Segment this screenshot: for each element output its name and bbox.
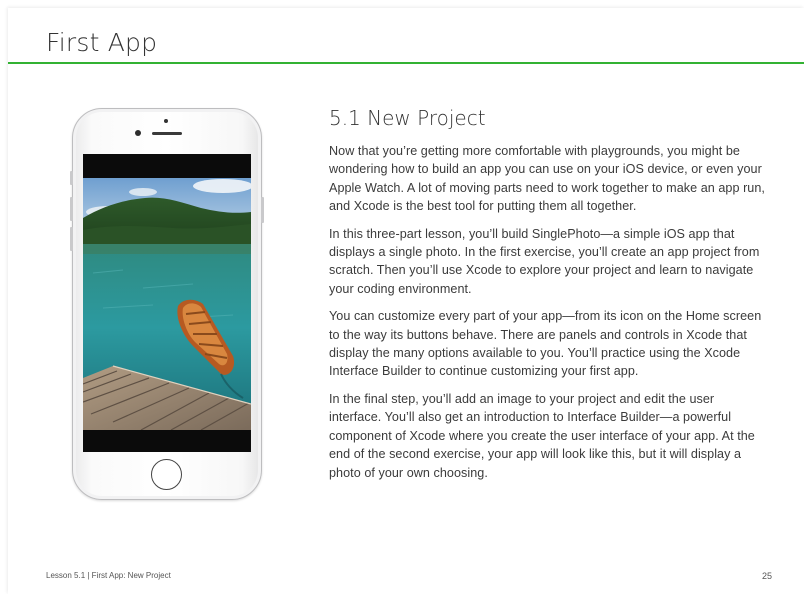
power-button <box>261 197 264 223</box>
paragraph-intro: Now that you’re getting more comfortable… <box>329 144 765 214</box>
paragraph-lesson-overview: In this three-part lesson, you’ll build … <box>329 226 760 296</box>
paragraph-customize: You can customize every part of your app… <box>329 309 762 379</box>
page-header: First App <box>8 10 804 64</box>
home-button <box>151 459 182 490</box>
lake-boat-photo <box>83 178 251 430</box>
paragraph-final-step: In the final step, you’ll add an image t… <box>329 391 755 480</box>
phone-screen <box>83 154 251 452</box>
proximity-sensor <box>164 119 168 123</box>
page-number: 25 <box>762 571 773 581</box>
earpiece-speaker <box>152 132 182 135</box>
footer-lesson-label: Lesson 5.1 | First App: New Project <box>46 571 171 580</box>
page-title: First App <box>46 28 158 57</box>
section-title: 5.1 New Project <box>329 106 486 130</box>
header-divider <box>8 62 804 64</box>
volume-up-button <box>70 197 73 221</box>
iphone-illustration <box>70 108 264 500</box>
lesson-content: 5.1 New Project Now that you’re getting … <box>329 106 769 491</box>
mute-switch <box>70 171 73 185</box>
front-camera-icon <box>135 130 141 136</box>
volume-down-button <box>70 227 73 251</box>
